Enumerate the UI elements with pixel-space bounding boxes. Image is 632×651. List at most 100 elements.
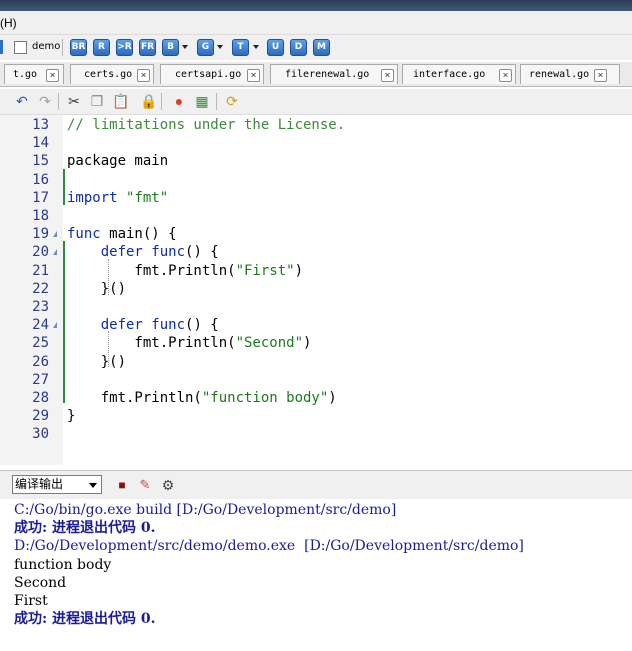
line-number: 17 (32, 189, 49, 206)
line-number: 15 (32, 153, 49, 170)
line-number: 26 (32, 353, 49, 370)
test-dropdown-icon[interactable] (253, 45, 259, 49)
code-token: func (67, 226, 101, 243)
line-number: 14 (32, 135, 49, 152)
code-token: }() (67, 280, 127, 297)
code-token: fmt.Println( (67, 262, 236, 279)
code-line[interactable]: // limitations under the License. (67, 116, 345, 134)
fold-marker-icon[interactable] (53, 322, 57, 329)
close-icon[interactable]: × (46, 69, 59, 82)
debug-button[interactable]: D (290, 39, 307, 56)
line-number: 25 (32, 335, 49, 352)
output-line: 成功: 进程退出代码 0. (14, 520, 156, 537)
paste-icon[interactable]: 📋 (112, 93, 129, 109)
code-token: ) (294, 262, 304, 279)
output-line: First (14, 593, 48, 609)
close-icon[interactable]: × (594, 69, 607, 82)
output-console[interactable]: C:/Go/bin/go.exe build [D:/Go/Developmen… (0, 499, 632, 651)
close-icon[interactable]: × (499, 69, 512, 82)
tab-label: filerenewal.go (285, 69, 370, 80)
code-token: fmt.Println( (67, 335, 236, 352)
change-marker (63, 241, 65, 403)
fold-marker-icon[interactable] (53, 231, 57, 238)
clear-icon[interactable]: ✎ (137, 477, 153, 493)
test-button[interactable]: T (232, 39, 249, 56)
run-term-button[interactable]: >R (116, 39, 133, 56)
fold-marker-icon[interactable] (53, 249, 57, 256)
code-line[interactable]: func main() { (67, 225, 177, 243)
code-token: } (67, 408, 76, 425)
code-line[interactable]: }() (67, 280, 126, 298)
code-token: }() (67, 353, 127, 370)
line-number: 21 (32, 262, 49, 279)
toolbar-separator (161, 93, 162, 110)
run-button[interactable]: R (93, 39, 110, 56)
cut-icon[interactable]: ✂ (66, 93, 82, 109)
code-editor[interactable]: 13 // limitations under the License. 14 15 p… (0, 115, 632, 465)
output-line: Second (14, 574, 67, 591)
code-token: () { (185, 244, 219, 261)
output-line: function body (14, 556, 112, 573)
get-dropdown-icon[interactable] (217, 45, 223, 49)
project-checkbox[interactable] (14, 41, 27, 54)
replay-icon[interactable]: ⟳ (224, 93, 240, 109)
undo-icon[interactable]: ↶ (14, 93, 30, 109)
line-number: 18 (32, 208, 49, 224)
line-number: 22 (32, 280, 49, 297)
tab-label: interface.go (413, 69, 486, 80)
build-run-button[interactable]: BR (70, 39, 87, 56)
code-token: // limitations under the License. (67, 117, 346, 133)
output-line: 成功: 进程退出代码 0. (14, 611, 156, 628)
change-marker (63, 169, 65, 205)
code-line[interactable]: fmt.Println("Second") (67, 334, 311, 352)
code-line[interactable]: }() (67, 353, 126, 371)
code-line[interactable]: fmt.Println("First") (67, 262, 303, 280)
build-dropdown-icon[interactable] (182, 45, 188, 49)
code-line[interactable]: defer func() { (67, 243, 219, 261)
output-selector[interactable]: 编译输出 (12, 475, 102, 494)
chevron-down-icon[interactable] (89, 483, 97, 488)
editor-tab-bar: t.go × certs.go × certsapi.go × filerene… (0, 62, 632, 87)
u-button[interactable]: U (267, 39, 284, 56)
image-icon[interactable]: ▦ (194, 93, 210, 109)
code-line[interactable]: import "fmt" (67, 189, 168, 207)
code-line[interactable]: package main (67, 152, 168, 170)
close-icon[interactable]: × (381, 69, 394, 82)
build-button[interactable]: B (162, 39, 179, 56)
tab-label: renewal.go (529, 69, 590, 80)
file-run-button[interactable]: FR (139, 39, 156, 56)
code-token: defer func (100, 317, 186, 334)
record-icon[interactable]: ● (171, 93, 187, 109)
redo-icon[interactable]: ↷ (37, 93, 53, 109)
code-token: fmt.Println( (67, 390, 202, 406)
m-button[interactable]: M (313, 39, 330, 56)
tab-interface-go[interactable]: interface.go × (402, 64, 516, 84)
code-token: "Second" (235, 335, 304, 352)
tab-renewal-go[interactable]: renewal.go × (520, 64, 620, 84)
get-button[interactable]: G (197, 39, 214, 56)
code-line[interactable]: defer func() { (67, 316, 219, 334)
copy-icon[interactable]: ❐ (89, 93, 105, 109)
close-icon[interactable]: × (247, 69, 260, 82)
line-number: 13 (32, 117, 49, 133)
line-number: 27 (32, 371, 49, 388)
code-token: package main (67, 153, 169, 170)
tab-t-go[interactable]: t.go × (4, 64, 64, 84)
tab-certs-go[interactable]: certs.go × (70, 64, 154, 84)
code-line[interactable]: } (67, 407, 75, 425)
line-number: 19 (32, 226, 49, 243)
close-icon[interactable]: × (137, 69, 150, 82)
code-line[interactable]: fmt.Println("function body") (67, 389, 337, 407)
tab-certsapi-go[interactable]: certsapi.go × (160, 64, 264, 84)
tab-label: certs.go (84, 69, 133, 80)
line-number: 23 (32, 299, 49, 315)
tab-filerenewal-go[interactable]: filerenewal.go × (270, 64, 398, 84)
stop-icon[interactable]: ■ (114, 477, 130, 493)
menu-item-help[interactable]: (H) (0, 16, 17, 30)
line-number: 20 (32, 244, 49, 261)
lock-icon[interactable]: 🔒 (140, 93, 157, 109)
code-token: ) (303, 335, 312, 352)
gear-icon[interactable]: ⚙ (160, 477, 176, 493)
